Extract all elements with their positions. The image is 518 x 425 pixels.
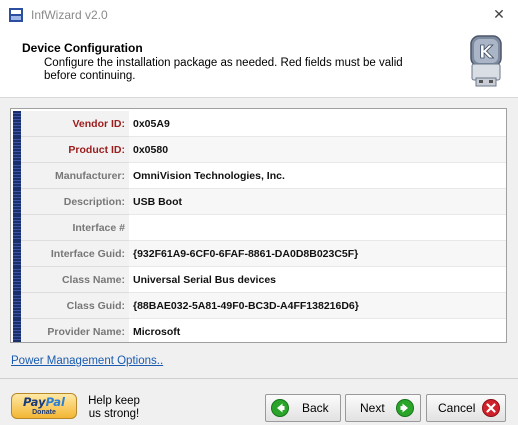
back-button[interactable]: Back: [265, 394, 341, 422]
class-name-field[interactable]: Universal Serial Bus devices: [129, 267, 506, 293]
cancel-x-icon: [482, 399, 500, 417]
field-row-class-guid: Class Guid: {88BAE032-5A81-49F0-BC3D-A4F…: [11, 293, 506, 319]
page-subtitle: Configure the installation package as ne…: [44, 57, 403, 82]
close-icon[interactable]: ✕: [490, 5, 508, 23]
cancel-label: Cancel: [438, 401, 476, 415]
product-id-field[interactable]: 0x0580: [129, 137, 506, 163]
wizard-header: Device Configuration Configure the insta…: [0, 30, 518, 98]
field-row-class-name: Class Name: Universal Serial Bus devices: [11, 267, 506, 293]
svg-text:K: K: [479, 42, 494, 63]
class-guid-field[interactable]: {88BAE032-5A81-49F0-BC3D-A4FF138216D6}: [129, 293, 506, 319]
product-id-label: Product ID:: [21, 137, 129, 163]
usb-key-logo-icon: K: [470, 35, 502, 87]
interface-guid-label: Interface Guid:: [21, 241, 129, 267]
provider-name-field[interactable]: Microsoft: [129, 319, 506, 342]
footer-divider: [0, 378, 518, 379]
donate-label: Donate: [32, 409, 56, 416]
help-keep-text: Help keep us strong!: [88, 395, 140, 420]
field-row-interface-guid: Interface Guid: {932F61A9-6CF0-6FAF-8861…: [11, 241, 506, 267]
field-row-interface-number: Interface #: [11, 215, 506, 241]
field-row-provider-name: Provider Name: Microsoft: [11, 319, 506, 342]
paypal-logo: PayPal: [22, 395, 65, 409]
device-config-grid: Vendor ID: 0x05A9 Product ID: 0x0580 Man…: [10, 108, 507, 343]
back-label: Back: [302, 401, 329, 415]
back-arrow-icon: [271, 399, 289, 417]
provider-name-label: Provider Name:: [21, 319, 129, 342]
app-icon: [9, 8, 23, 22]
next-arrow-icon: [396, 399, 414, 417]
next-button[interactable]: Next: [345, 394, 421, 422]
page-title: Device Configuration: [22, 41, 143, 55]
next-label: Next: [360, 401, 385, 415]
title-bar: InfWizard v2.0 ✕: [0, 0, 518, 30]
interface-guid-field[interactable]: {932F61A9-6CF0-6FAF-8861-DA0D8B023C5F}: [129, 241, 506, 267]
description-label: Description:: [21, 189, 129, 215]
field-row-description: Description: USB Boot: [11, 189, 506, 215]
vendor-id-label: Vendor ID:: [21, 111, 129, 137]
field-row-manufacturer: Manufacturer: OmniVision Technologies, I…: [11, 163, 506, 189]
manufacturer-label: Manufacturer:: [21, 163, 129, 189]
interface-number-field[interactable]: [129, 215, 506, 241]
description-field[interactable]: USB Boot: [129, 189, 506, 215]
interface-number-label: Interface #: [21, 215, 129, 241]
window-title: InfWizard v2.0: [31, 8, 108, 22]
power-management-link[interactable]: Power Management Options..: [11, 355, 163, 367]
manufacturer-field[interactable]: OmniVision Technologies, Inc.: [129, 163, 506, 189]
field-row-vendor-id: Vendor ID: 0x05A9: [11, 111, 506, 137]
vendor-id-field[interactable]: 0x05A9: [129, 111, 506, 137]
cancel-button[interactable]: Cancel: [426, 394, 506, 422]
class-name-label: Class Name:: [21, 267, 129, 293]
paypal-donate-button[interactable]: PayPal Donate: [11, 393, 77, 419]
field-row-product-id: Product ID: 0x0580: [11, 137, 506, 163]
class-guid-label: Class Guid:: [21, 293, 129, 319]
